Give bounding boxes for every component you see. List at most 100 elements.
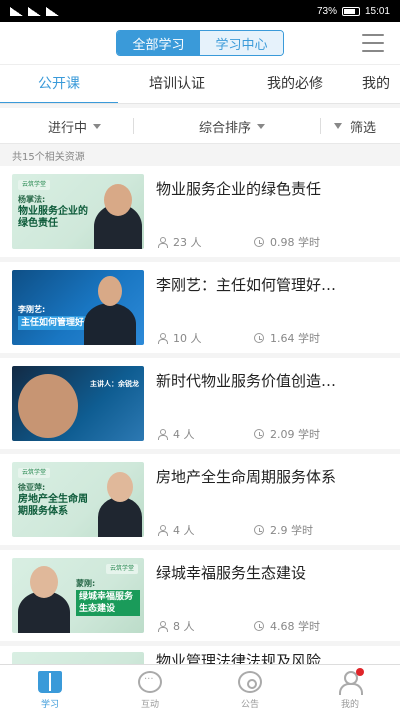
person-icon [157, 237, 168, 248]
menu-icon[interactable] [362, 34, 384, 52]
nav-label: 互动 [140, 700, 159, 710]
status-bar: 73% 15:01 [0, 0, 400, 22]
status-filter-label: 进行中 [48, 120, 88, 136]
thumbnail-speaker: 杨掌法: [18, 195, 46, 204]
learner-count: 4 人 [157, 426, 195, 442]
result-count: 共15个相关资源 [12, 152, 85, 163]
segment-learning-center[interactable]: 学习中心 [200, 31, 283, 55]
clock-icon [254, 237, 264, 247]
notification-dot [356, 668, 364, 676]
wifi-icon [46, 6, 59, 16]
clock-icon [254, 525, 264, 535]
nav-interact[interactable]: 互动 [100, 665, 200, 711]
nav-label: 公告 [240, 700, 259, 710]
course-item[interactable]: 云筑学堂 徐亚萍: 房地产全生命周期服务体系 房地产全生命周期服务体系 4 人 … [0, 454, 400, 545]
thumbnail-badge: 云筑学堂 [18, 180, 51, 190]
filter-bar: 进行中 综合排序 筛选 [0, 108, 400, 144]
course-hours-value: 0.98 学时 [270, 236, 320, 249]
menu-line [362, 42, 384, 44]
menu-line [362, 34, 384, 36]
course-hours: 2.9 学时 [254, 522, 313, 538]
course-item[interactable]: 李刚艺: 主任如何管理好设备 李刚艺：主任如何管理好… 10 人 1.64 学时 [0, 262, 400, 353]
segment-all-learning[interactable]: 全部学习 [117, 31, 200, 55]
course-thumbnail: 李刚艺: 主任如何管理好设备 [12, 270, 144, 345]
course-thumbnail [12, 652, 144, 664]
tab-open-courses[interactable]: 公开课 [0, 65, 118, 103]
learner-count: 8 人 [157, 618, 195, 634]
tab-training-certification[interactable]: 培训认证 [118, 65, 236, 103]
clock-icon [254, 621, 264, 631]
sort-filter[interactable]: 综合排序 [199, 108, 266, 144]
thumbnail-title: 房地产全生命周期服务体系 [18, 494, 88, 517]
course-item[interactable]: 云筑学堂 蒙刚: 绿城幸福服务生态建设 绿城幸福服务生态建设 8 人 4.68 … [0, 550, 400, 641]
course-hours: 0.98 学时 [254, 234, 320, 250]
nav-label: 学习 [40, 700, 59, 710]
thumbnail-speaker: 徐亚萍: [18, 483, 46, 492]
speaker-photo [98, 497, 142, 537]
course-hours-value: 4.68 学时 [270, 620, 320, 633]
course-item[interactable]: 主讲人：余锐龙 新时代物业服务价值创造… 4 人 2.09 学时 [0, 358, 400, 449]
course-title: 物业服务企业的绿色责任 [156, 180, 322, 198]
nav-announcement[interactable]: 公告 [200, 665, 300, 711]
status-right: 73% 15:01 [317, 6, 390, 17]
learner-count: 23 人 [157, 234, 202, 250]
status-time: 15:01 [364, 5, 390, 17]
learner-count-value: 8 人 [173, 620, 195, 633]
person-icon [157, 333, 168, 344]
divider [320, 118, 321, 134]
segmented-control: 全部学习 学习中心 [116, 30, 284, 56]
filter-label: 筛选 [350, 120, 377, 136]
thumbnail-title: 主讲人：余锐龙 [90, 380, 139, 388]
nav-label: 我的 [340, 700, 359, 710]
learner-count-value: 4 人 [173, 428, 195, 441]
thumbnail-title: 绿城幸福服务生态建设 [76, 590, 140, 616]
person-icon [157, 525, 168, 536]
menu-line [362, 50, 384, 52]
thumbnail-badge: 云筑学堂 [105, 564, 138, 574]
tab-my[interactable]: 我的 [362, 65, 400, 103]
speaker-head [30, 566, 58, 598]
course-hours-value: 2.9 学时 [270, 524, 313, 537]
tab-my-required[interactable]: 我的必修 [236, 65, 354, 103]
nav-mine[interactable]: 我的 [300, 665, 400, 711]
course-title: 绿城幸福服务生态建设 [156, 564, 307, 582]
chat-icon [138, 671, 162, 693]
filter-icon [334, 123, 342, 129]
clock-icon [254, 429, 264, 439]
filter-button[interactable]: 筛选 [334, 108, 376, 144]
status-filter[interactable]: 进行中 [48, 108, 102, 144]
tab-bar: 公开课 培训认证 我的必修 我的 [0, 64, 400, 104]
speaker-head [107, 472, 133, 502]
speaker-head [18, 374, 78, 438]
speaker-photo [84, 303, 136, 345]
person-icon [157, 429, 168, 440]
learner-count-value: 4 人 [173, 524, 195, 537]
person-icon [157, 621, 168, 632]
learner-count: 10 人 [157, 330, 202, 346]
course-item[interactable]: 云筑学堂 杨掌法: 物业服务企业的绿色责任 物业服务企业的绿色责任 23 人 0… [0, 166, 400, 257]
battery-icon [341, 6, 360, 16]
learner-count-value: 23 人 [173, 236, 202, 249]
course-title: 新时代物业服务价值创造… [156, 372, 337, 390]
course-hours-value: 2.09 学时 [270, 428, 320, 441]
course-hours: 1.64 学时 [254, 330, 320, 346]
thumbnail-speaker: 李刚艺: [18, 305, 46, 314]
course-item[interactable]: 物业管理法律法规及风险 [0, 646, 400, 664]
active-tab-indicator [0, 102, 118, 103]
course-title: 房地产全生命周期服务体系 [156, 468, 337, 486]
nav-learn[interactable]: 学习 [0, 665, 100, 711]
course-title: 李刚艺：主任如何管理好… [156, 276, 337, 294]
learner-count: 4 人 [157, 522, 195, 538]
signal-icon-2 [28, 6, 41, 16]
course-thumbnail: 云筑学堂 蒙刚: 绿城幸福服务生态建设 [12, 558, 144, 633]
learner-count-value: 10 人 [173, 332, 202, 345]
book-icon [38, 671, 62, 693]
speaker-head [104, 184, 132, 216]
chevron-down-icon [257, 123, 266, 129]
clock-icon [254, 333, 264, 343]
status-left [10, 6, 59, 16]
thumbnail-badge: 云筑学堂 [18, 468, 51, 478]
course-thumbnail: 云筑学堂 杨掌法: 物业服务企业的绿色责任 [12, 174, 144, 249]
signal-icon [10, 6, 23, 16]
course-hours: 4.68 学时 [254, 618, 320, 634]
